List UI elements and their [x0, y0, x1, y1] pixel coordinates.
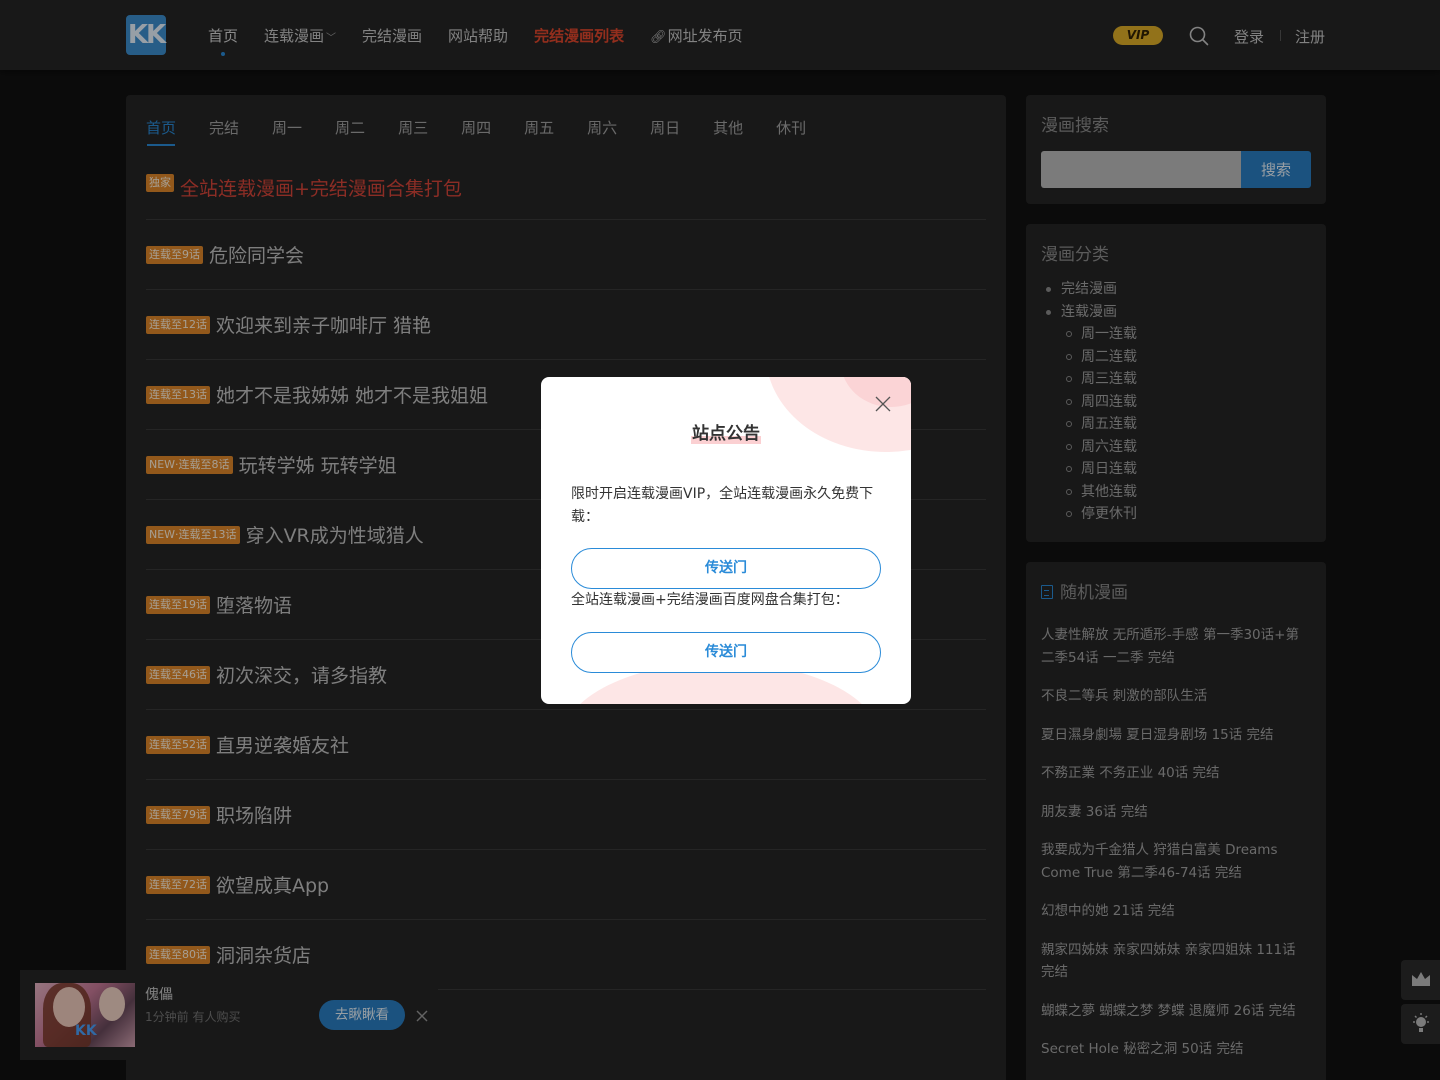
portal-button[interactable]: 传送门 [571, 632, 881, 673]
portal-button[interactable]: 传送门 [571, 548, 881, 589]
modal-text: 全站连载漫画+完结漫画百度网盘合集打包： [571, 592, 849, 608]
modal-title-text: 站点公告 [691, 424, 761, 444]
close-icon[interactable] [873, 394, 893, 414]
modal-text: 限时开启连载漫画VIP，全站连载漫画永久免费下载： [571, 486, 874, 525]
modal-title: 站点公告 [541, 419, 911, 444]
announcement-modal: 站点公告 限时开启连载漫画VIP，全站连载漫画永久免费下载： 传送门 全站连载漫… [541, 377, 911, 704]
